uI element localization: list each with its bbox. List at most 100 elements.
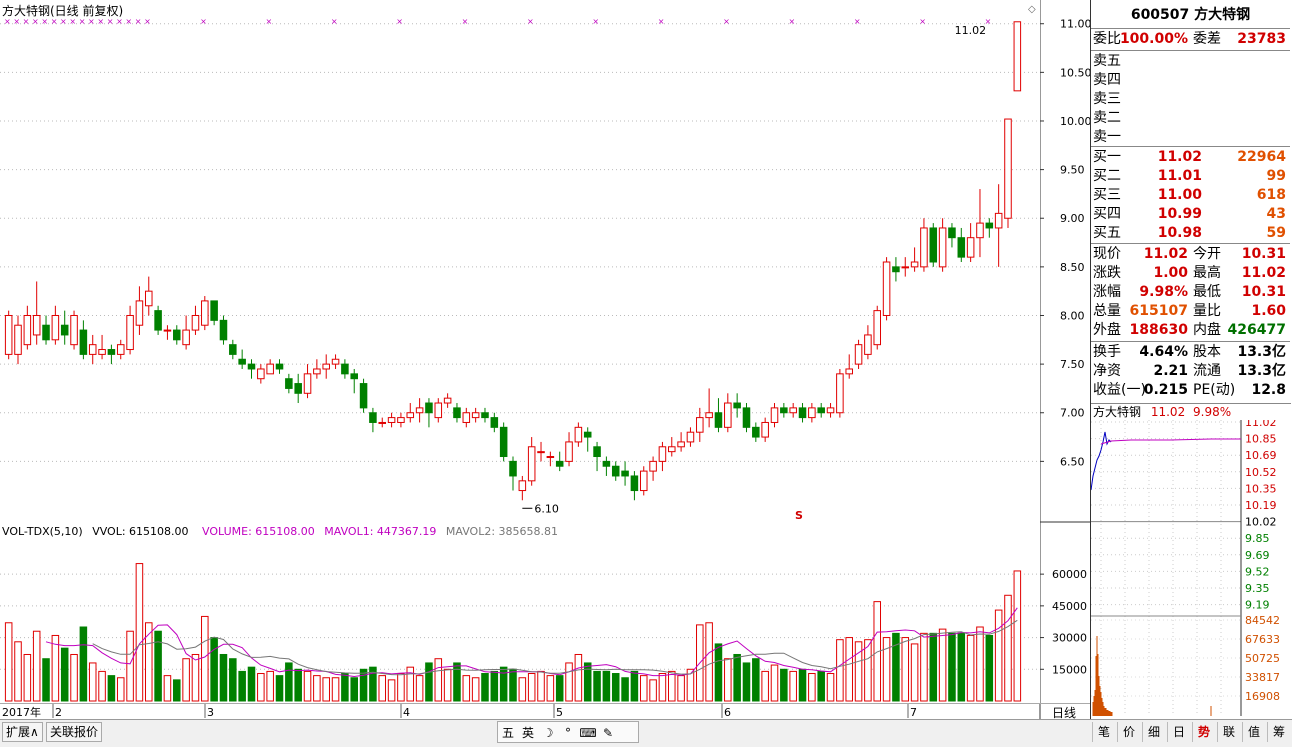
stat-label: 涨跌 — [1093, 265, 1121, 281]
volume-bar — [42, 658, 50, 702]
volume-bar — [462, 675, 471, 702]
volume-bar — [845, 637, 853, 702]
candle-body — [742, 407, 751, 428]
wrench-icon[interactable]: ✎ — [598, 723, 618, 743]
candle-body — [621, 470, 629, 477]
side-tab-4[interactable]: 势 — [1192, 722, 1215, 742]
volume-bar — [948, 632, 956, 702]
volume-bar — [780, 668, 788, 702]
quote-stat-row: 涨幅 9.98% 最低 10.31 — [1091, 283, 1290, 302]
diamond-icon[interactable]: ◇ — [1028, 4, 1036, 15]
side-tab-2[interactable]: 细 — [1142, 722, 1165, 742]
sell-level-label: 卖三 — [1093, 91, 1121, 107]
candle-body — [350, 373, 358, 380]
high-price-label: 11.02 — [955, 24, 987, 37]
candle-body — [154, 310, 162, 331]
candle-body — [724, 402, 732, 428]
wubi-icon[interactable]: 五 — [498, 723, 518, 743]
candle-body — [51, 314, 60, 341]
candle-body — [23, 314, 32, 346]
side-tab-7[interactable]: 筹 — [1267, 722, 1290, 742]
volume-bar — [107, 675, 116, 702]
volume-bar — [826, 673, 835, 702]
volume-bar — [397, 673, 405, 702]
volume-bar — [966, 634, 975, 702]
keyboard-icon[interactable]: ⌨ — [578, 723, 598, 743]
volume-bar — [341, 673, 349, 702]
volume-bar — [219, 653, 228, 702]
mini-price-label: 10.19 — [1245, 499, 1277, 512]
volume-bar — [938, 628, 947, 702]
linked-quote-tab[interactable]: 关联报价 — [46, 722, 103, 742]
month-label: 5 — [556, 706, 563, 719]
kline-chart[interactable]: × × × × × × × × × × × × × × × × × × × × × × × × × × × × × 11.02 6.10 S … — [0, 0, 1040, 522]
volume-bar — [116, 677, 125, 702]
fundamental-value: 13.3亿 — [1237, 344, 1286, 360]
side-tab-3[interactable]: 日 — [1167, 722, 1190, 742]
candle-body — [537, 451, 545, 454]
volume-bar — [32, 630, 41, 702]
buy-level-volume: 618 — [1256, 187, 1286, 203]
signal-marker: × — [144, 17, 151, 26]
side-tab-6[interactable]: 值 — [1242, 722, 1265, 742]
vol-title: VOL-TDX(5,10) — [2, 525, 83, 538]
side-tab-1[interactable]: 价 — [1117, 722, 1140, 742]
volume-bar — [126, 630, 134, 702]
candle-body — [817, 407, 825, 414]
candle-body — [415, 407, 424, 414]
volume-chart[interactable]: X10 VOL-TDX(5,10) VVOL: 615108.00 VOLUME… — [0, 523, 1066, 703]
candle-body — [780, 407, 788, 414]
fundamental-label: PE(动) — [1193, 382, 1236, 398]
bottom-toolbar: 扩展∧ 关联报价 五英 ☽ ° ⌨ ✎ 笔价细日势联值筹 — [0, 719, 1292, 747]
buy-level-volume: 22964 — [1237, 149, 1286, 165]
month-label: 2 — [55, 706, 62, 719]
sell-level-row: 卖三 — [1091, 90, 1290, 109]
candle-body — [546, 456, 555, 459]
expand-tab[interactable]: 扩展∧ — [2, 722, 43, 742]
degree-icon[interactable]: ° — [558, 723, 578, 743]
volume-bar — [761, 670, 769, 702]
volume-bar — [60, 647, 69, 702]
volume-bar — [957, 632, 966, 702]
candle-body — [238, 358, 246, 365]
candle-body — [499, 426, 508, 458]
side-tab-0[interactable]: 笔 — [1092, 722, 1115, 742]
volume-bar — [173, 679, 181, 702]
buy-level-label: 买五 — [1093, 225, 1121, 241]
candle-body — [994, 212, 1003, 229]
side-tab-5[interactable]: 联 — [1217, 722, 1240, 742]
volume-bar — [752, 658, 760, 702]
candle-body — [1004, 118, 1012, 219]
intraday-minichart[interactable]: 方大特钢 11.02 9.98% 11.02 10.85 10.69 10.52 10.… — [1091, 403, 1292, 719]
candle-body — [285, 378, 293, 389]
month-label: 6 — [724, 706, 731, 719]
candle-body — [443, 397, 452, 404]
sell-level-row: 卖五 — [1091, 52, 1290, 71]
english-icon[interactable]: 英 — [518, 723, 538, 743]
volume-bar — [985, 634, 994, 702]
volume-bar — [4, 622, 13, 702]
moon-icon[interactable]: ☽ — [538, 723, 558, 743]
month-label: 7 — [910, 706, 917, 719]
signal-marker: × — [125, 17, 132, 26]
mavol2-value: MAVOL2: 385658.81 — [445, 525, 559, 538]
volume-bar — [79, 626, 88, 702]
buy-level-price: 11.00 — [1157, 187, 1202, 203]
candle-body — [649, 460, 657, 472]
candle-body — [490, 417, 499, 428]
candle-body — [173, 329, 181, 341]
volume-bar — [135, 563, 144, 702]
buy-level-label: 买一 — [1093, 149, 1121, 165]
volume-bar — [182, 658, 190, 702]
candle-body — [387, 417, 396, 423]
volume-bar — [387, 679, 396, 702]
volume-bar — [882, 637, 891, 702]
fundamental-label: 净资 — [1093, 363, 1121, 379]
mini-vol-label: 84542 — [1245, 614, 1280, 627]
candle-body — [938, 227, 947, 268]
candle-body — [705, 412, 713, 419]
low-price-label: 6.10 — [534, 502, 559, 515]
mini-price-label: 9.69 — [1245, 549, 1270, 562]
candle-body — [826, 407, 835, 414]
volume-bar — [649, 679, 657, 702]
